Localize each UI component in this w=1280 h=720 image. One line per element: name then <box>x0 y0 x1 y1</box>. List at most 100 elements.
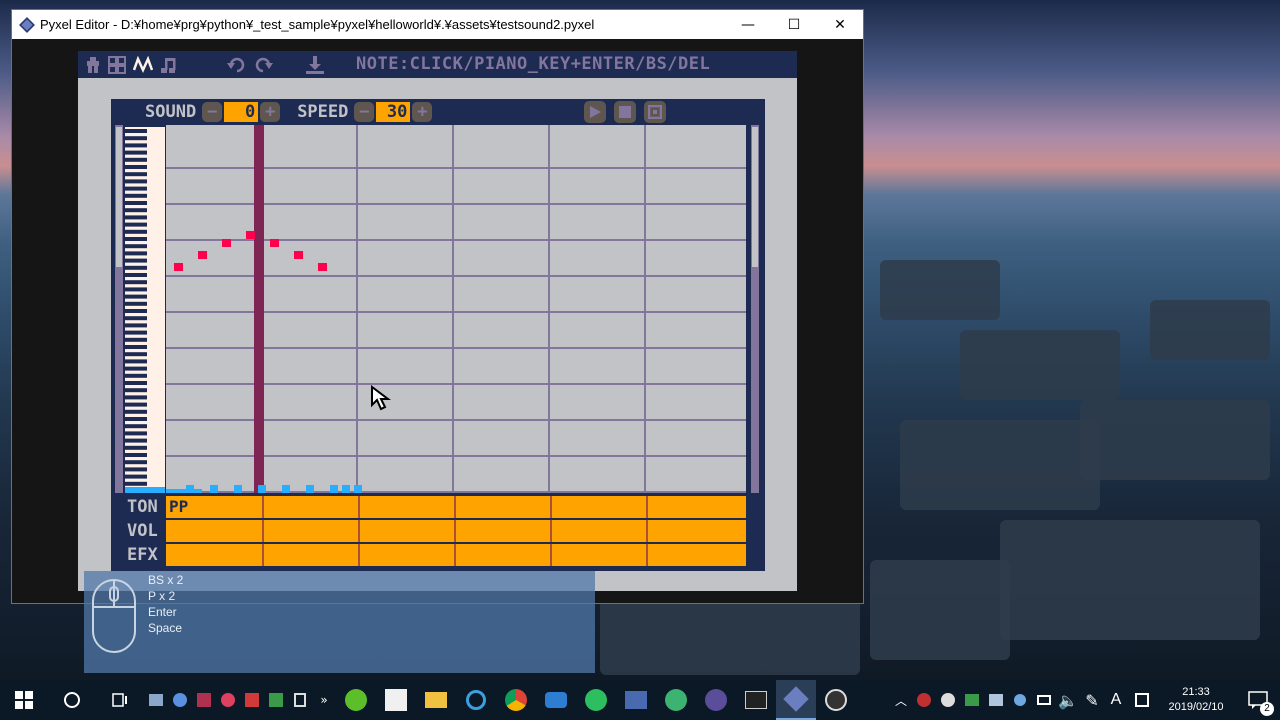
piano-black-key[interactable] <box>125 215 147 220</box>
piano-black-key[interactable] <box>125 150 147 155</box>
tone-field[interactable]: PP <box>166 496 746 518</box>
piano-black-key[interactable] <box>125 431 147 436</box>
piano-black-key[interactable] <box>125 359 147 364</box>
quicklaunch-7-icon[interactable] <box>288 680 312 720</box>
quicklaunch-5-icon[interactable] <box>240 680 264 720</box>
tone-row[interactable]: TON PP <box>111 495 765 519</box>
note-grid[interactable] <box>166 125 746 493</box>
volume-field[interactable] <box>166 520 746 542</box>
music-editor-icon[interactable] <box>156 55 180 75</box>
file-explorer-icon[interactable] <box>416 680 456 720</box>
piano-black-key[interactable] <box>125 460 147 465</box>
piano-black-key[interactable] <box>125 381 147 385</box>
tray-app-3-icon[interactable] <box>960 680 984 720</box>
note-grid-canvas[interactable] <box>166 125 746 493</box>
quicklaunch-4-icon[interactable] <box>216 680 240 720</box>
piano-black-key[interactable] <box>125 330 147 335</box>
piano-black-key[interactable] <box>125 337 147 342</box>
piano-black-key[interactable] <box>125 244 147 249</box>
piano-black-key[interactable] <box>125 193 147 198</box>
piano-black-key[interactable] <box>125 467 147 472</box>
piano-active-key[interactable] <box>125 487 165 493</box>
task-view-button[interactable] <box>96 680 144 720</box>
quicklaunch-3-icon[interactable] <box>192 680 216 720</box>
tilemap-editor-icon[interactable] <box>104 55 130 75</box>
app-atom-icon[interactable] <box>656 680 696 720</box>
start-button[interactable] <box>0 680 48 720</box>
piano-black-key[interactable] <box>125 136 147 141</box>
close-button[interactable]: ✕ <box>817 10 863 39</box>
clock[interactable]: 21:33 2019/02/10 <box>1156 685 1236 715</box>
right-scrollbar[interactable] <box>751 125 759 493</box>
piano-black-key[interactable] <box>125 309 147 313</box>
app-sync-icon[interactable] <box>456 680 496 720</box>
sound-editor-icon[interactable] <box>130 55 156 75</box>
piano-black-key[interactable] <box>125 172 147 177</box>
piano-black-key[interactable] <box>125 287 147 292</box>
piano-black-key[interactable] <box>125 186 147 191</box>
sound-minus-button[interactable]: − <box>202 102 223 122</box>
piano-black-key[interactable] <box>125 237 147 241</box>
app-mail-icon[interactable] <box>536 680 576 720</box>
tray-app-1-icon[interactable] <box>912 680 936 720</box>
piano-black-key[interactable] <box>125 409 147 414</box>
pen-icon[interactable]: ✎ <box>1080 680 1104 720</box>
piano-black-key[interactable] <box>125 366 147 371</box>
save-icon[interactable] <box>302 55 328 75</box>
maximize-button[interactable]: ☐ <box>771 10 817 39</box>
quicklaunch-1-icon[interactable] <box>144 680 168 720</box>
play-button[interactable] <box>584 101 607 123</box>
piano-black-key[interactable] <box>125 258 147 263</box>
piano-black-key[interactable] <box>125 323 147 328</box>
piano-black-key[interactable] <box>125 474 147 479</box>
piano-black-key[interactable] <box>125 417 147 421</box>
left-scrollbar[interactable] <box>115 125 123 493</box>
piano-black-key[interactable] <box>125 165 147 169</box>
piano-black-key[interactable] <box>125 316 147 321</box>
piano-black-key[interactable] <box>125 424 147 429</box>
app-paint-icon[interactable] <box>376 680 416 720</box>
piano-black-key[interactable] <box>125 208 147 213</box>
image-editor-icon[interactable] <box>82 55 104 75</box>
piano-keyboard[interactable] <box>125 127 165 493</box>
search-button[interactable] <box>48 680 96 720</box>
tray-app-4-icon[interactable] <box>984 680 1008 720</box>
app-frog-icon[interactable] <box>336 680 376 720</box>
title-bar[interactable]: Pyxel Editor - D:¥home¥prg¥python¥_test_… <box>12 10 863 39</box>
piano-black-key[interactable] <box>125 438 147 443</box>
quicklaunch-2-icon[interactable] <box>168 680 192 720</box>
piano-black-key[interactable] <box>125 179 147 184</box>
piano-black-key[interactable] <box>125 388 147 393</box>
app-vs-icon[interactable] <box>616 680 656 720</box>
notification-center-button[interactable]: 2 <box>1236 680 1280 720</box>
piano-black-key[interactable] <box>125 157 147 162</box>
piano-black-key[interactable] <box>125 201 147 205</box>
piano-black-key[interactable] <box>125 345 147 349</box>
piano-black-key[interactable] <box>125 453 147 457</box>
piano-black-key[interactable] <box>125 229 147 234</box>
obs-icon[interactable] <box>816 680 856 720</box>
piano-black-key[interactable] <box>125 251 147 256</box>
app-terminal-icon[interactable] <box>736 680 776 720</box>
chrome-icon[interactable] <box>496 680 536 720</box>
piano-black-key[interactable] <box>125 445 147 450</box>
piano-black-key[interactable] <box>125 294 147 299</box>
piano-black-key[interactable] <box>125 129 147 133</box>
piano-black-key[interactable] <box>125 373 147 378</box>
piano-black-key[interactable] <box>125 402 147 407</box>
network-icon[interactable] <box>1032 680 1056 720</box>
tray-expand-icon[interactable]: ︿ <box>890 680 912 720</box>
tray-app-2-icon[interactable] <box>936 680 960 720</box>
piano-keys[interactable] <box>125 127 165 493</box>
piano-black-key[interactable] <box>125 222 147 227</box>
left-scroll-thumb[interactable] <box>116 127 122 267</box>
piano-black-key[interactable] <box>125 280 147 285</box>
piano-black-key[interactable] <box>125 273 147 277</box>
speed-minus-button[interactable]: − <box>354 102 375 122</box>
stop-button[interactable] <box>614 101 637 123</box>
more-chevron-icon[interactable]: » <box>312 680 336 720</box>
tray-app-5-icon[interactable] <box>1008 680 1032 720</box>
undo-icon[interactable] <box>224 55 250 75</box>
piano-black-key[interactable] <box>125 352 147 357</box>
effect-field[interactable] <box>166 544 746 566</box>
